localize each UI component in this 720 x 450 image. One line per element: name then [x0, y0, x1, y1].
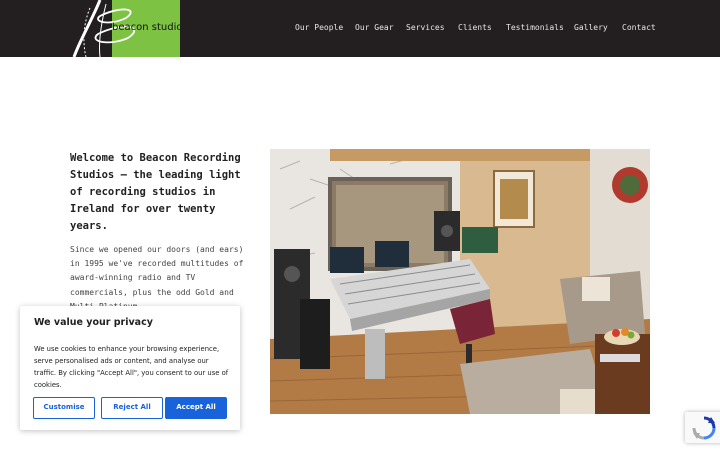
site-header: beacon studios Our People Our Gear Servi… — [0, 0, 720, 57]
intro-paragraph: Since we opened our doors (and ears) in … — [70, 245, 244, 311]
nav-our-gear[interactable]: Our Gear — [355, 23, 394, 32]
recaptcha-badge[interactable] — [685, 412, 720, 443]
studio-photo — [270, 149, 650, 414]
nav-our-people[interactable]: Our People — [295, 23, 343, 32]
nav-contact[interactable]: Contact — [622, 23, 656, 32]
recaptcha-icon — [692, 416, 716, 440]
cookie-banner: We value your privacy We use cookies to … — [20, 306, 240, 430]
welcome-heading: Welcome to Beacon Recording Studios – th… — [70, 152, 241, 232]
nav-testimonials[interactable]: Testimonials — [506, 23, 564, 32]
accept-all-button[interactable]: Accept All — [165, 397, 227, 419]
nav-clients[interactable]: Clients — [458, 23, 492, 32]
nav-services[interactable]: Services — [406, 23, 445, 32]
reject-all-button[interactable]: Reject All — [101, 397, 163, 419]
cookie-description: We use cookies to enhance your browsing … — [34, 345, 229, 389]
logo-text: beacon studios — [112, 22, 180, 33]
cookie-title: We value your privacy — [34, 317, 153, 328]
nav-gallery[interactable]: Gallery — [574, 23, 608, 32]
site-logo[interactable]: beacon studios — [70, 0, 180, 57]
customise-button[interactable]: Customise — [33, 397, 95, 419]
